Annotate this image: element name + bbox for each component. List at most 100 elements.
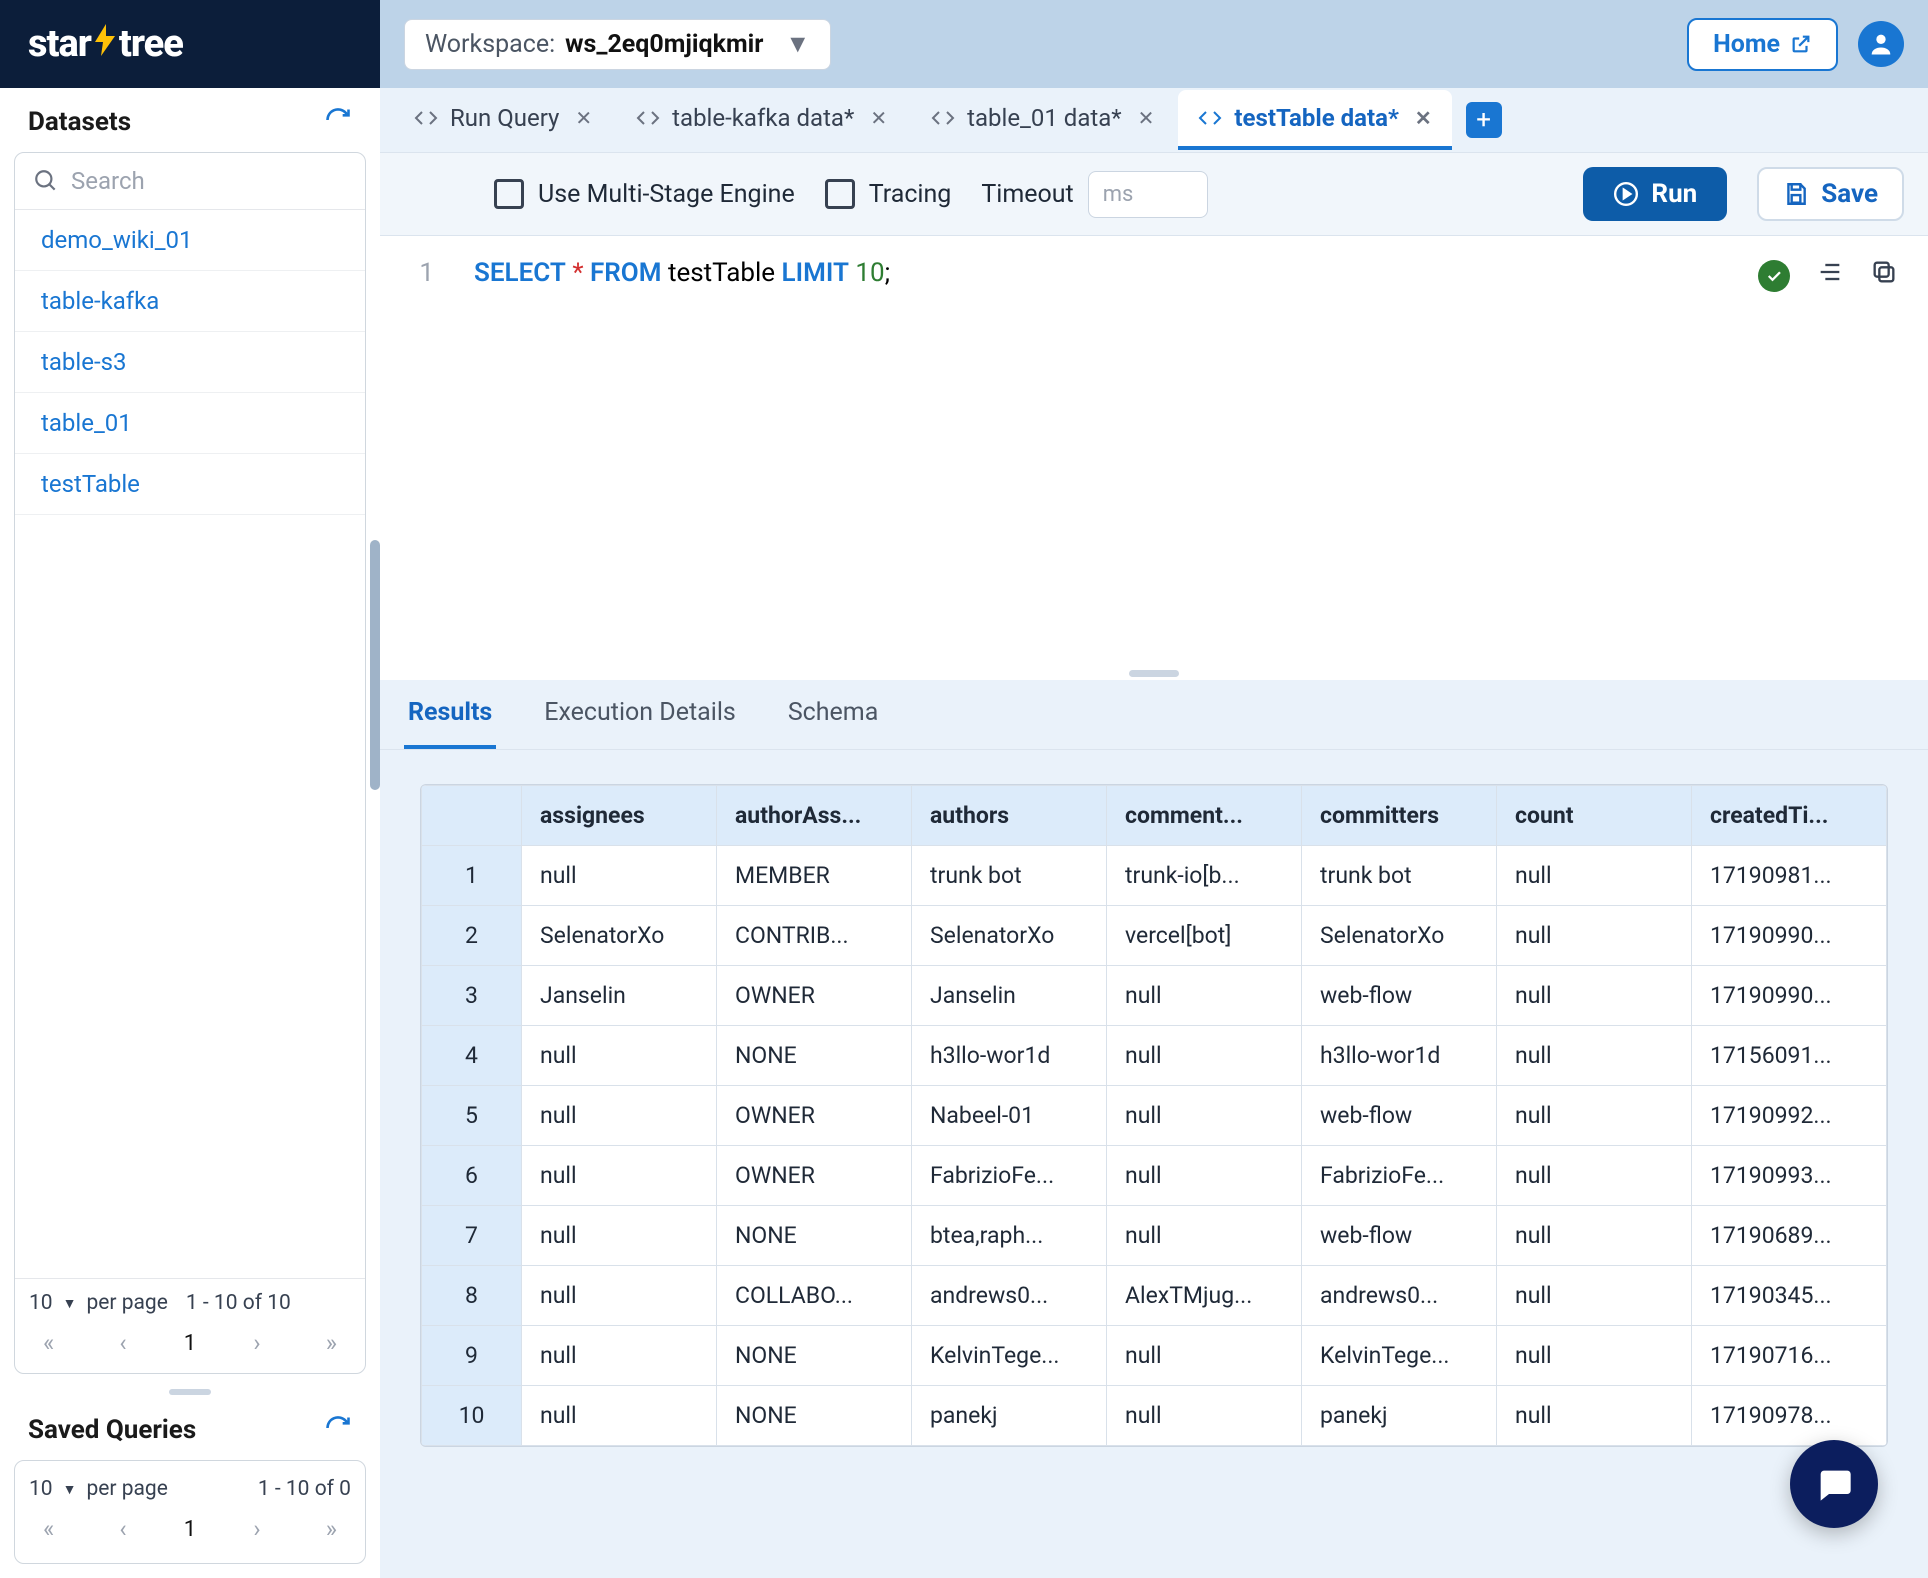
close-icon[interactable]: ✕: [870, 106, 887, 130]
cell: 17190990...: [1692, 906, 1887, 966]
home-label: Home: [1713, 30, 1780, 59]
dataset-item[interactable]: table_01: [15, 393, 365, 454]
search-icon: [33, 168, 59, 194]
result-tab[interactable]: Schema: [784, 680, 882, 749]
pager-last[interactable]: »: [318, 1511, 345, 1547]
close-icon[interactable]: ✕: [1415, 106, 1432, 130]
pager-first[interactable]: «: [35, 1325, 62, 1361]
caret-down-icon: ▼: [785, 30, 810, 59]
cell: null: [1497, 906, 1692, 966]
refresh-icon[interactable]: [324, 106, 352, 138]
dataset-item[interactable]: testTable: [15, 454, 365, 515]
scrollbar-thumb[interactable]: [370, 540, 380, 790]
cell: null: [1107, 966, 1302, 1026]
code-icon: [414, 106, 438, 130]
cell: andrews0...: [1302, 1266, 1497, 1326]
column-header[interactable]: comment...: [1107, 786, 1302, 846]
cell: NONE: [717, 1386, 912, 1446]
pager-first[interactable]: «: [35, 1511, 62, 1547]
column-header[interactable]: authorAss...: [717, 786, 912, 846]
drag-handle[interactable]: [0, 1388, 380, 1396]
caret-down-icon[interactable]: ▼: [63, 1295, 77, 1312]
checkbox[interactable]: [825, 179, 855, 209]
cell: trunk bot: [1302, 846, 1497, 906]
cell: panekj: [912, 1386, 1107, 1446]
resize-handle[interactable]: [380, 666, 1928, 680]
cell: MEMBER: [717, 846, 912, 906]
multistage-option[interactable]: Use Multi-Stage Engine: [494, 179, 795, 209]
table-row[interactable]: 6nullOWNERFabrizioFe...nullFabrizioFe...…: [422, 1146, 1887, 1206]
cell: null: [1497, 1086, 1692, 1146]
close-icon[interactable]: ✕: [575, 106, 592, 130]
cell: null: [1497, 1266, 1692, 1326]
cell: null: [1497, 1146, 1692, 1206]
table-row[interactable]: 3JanselinOWNERJanselinnullweb-flownull17…: [422, 966, 1887, 1026]
dataset-item[interactable]: demo_wiki_01: [15, 210, 365, 271]
cell: andrews0...: [912, 1266, 1107, 1326]
pager-prev[interactable]: ‹: [111, 1325, 134, 1361]
datasets-header: Datasets: [0, 88, 380, 152]
caret-down-icon[interactable]: ▼: [63, 1481, 77, 1498]
per-page-value[interactable]: 10: [29, 1291, 53, 1315]
checkbox[interactable]: [494, 179, 524, 209]
logo-pre: star: [28, 22, 91, 66]
chat-button[interactable]: [1790, 1440, 1878, 1528]
pager-last[interactable]: »: [318, 1325, 345, 1361]
pager-page: 1: [184, 1331, 196, 1356]
datasets-title: Datasets: [28, 107, 131, 137]
tracing-option[interactable]: Tracing: [825, 179, 952, 209]
timeout-input[interactable]: [1088, 171, 1208, 218]
table-row[interactable]: 10nullNONEpanekjnullpanekjnull17190978..…: [422, 1386, 1887, 1446]
cell: KelvinTege...: [1302, 1326, 1497, 1386]
avatar[interactable]: [1858, 21, 1904, 67]
table-row[interactable]: 5nullOWNERNabeel-01nullweb-flownull17190…: [422, 1086, 1887, 1146]
copy-icon[interactable]: [1870, 258, 1898, 293]
column-header[interactable]: createdTi...: [1692, 786, 1887, 846]
add-tab-button[interactable]: +: [1466, 102, 1502, 138]
format-icon[interactable]: [1816, 258, 1844, 293]
search-input[interactable]: [71, 167, 382, 195]
result-tab[interactable]: Results: [404, 680, 496, 749]
column-header[interactable]: committers: [1302, 786, 1497, 846]
sql-editor[interactable]: 1 SELECT * FROM testTable LIMIT 10;: [380, 236, 1928, 666]
cell: null: [1497, 966, 1692, 1026]
table-row[interactable]: 2SelenatorXoCONTRIB...SelenatorXovercel[…: [422, 906, 1887, 966]
bolt-icon: [93, 22, 117, 66]
editor-tab[interactable]: table-kafka data*✕: [616, 90, 907, 150]
editor-tab[interactable]: table_01 data*✕: [911, 90, 1174, 150]
close-icon[interactable]: ✕: [1138, 106, 1155, 130]
pager-prev[interactable]: ‹: [111, 1511, 134, 1547]
dataset-item[interactable]: table-kafka: [15, 271, 365, 332]
dataset-item[interactable]: table-s3: [15, 332, 365, 393]
table-row[interactable]: 9nullNONEKelvinTege...nullKelvinTege...n…: [422, 1326, 1887, 1386]
editor-tab[interactable]: testTable data*✕: [1178, 90, 1451, 150]
tracing-label: Tracing: [869, 180, 952, 209]
cell: NONE: [717, 1326, 912, 1386]
per-page-value[interactable]: 10: [29, 1477, 53, 1501]
run-button[interactable]: Run: [1583, 167, 1727, 221]
cell: null: [522, 1386, 717, 1446]
saved-header: Saved Queries: [0, 1396, 380, 1460]
table-row[interactable]: 7nullNONEbtea,raph...nullweb-flownull171…: [422, 1206, 1887, 1266]
cell: null: [1497, 1386, 1692, 1446]
code-line: SELECT * FROM testTable LIMIT 10;: [474, 258, 890, 288]
refresh-icon[interactable]: [324, 1414, 352, 1446]
table-row[interactable]: 1nullMEMBERtrunk bottrunk-io[b...trunk b…: [422, 846, 1887, 906]
table-row[interactable]: 8nullCOLLABO...andrews0...AlexTMjug...an…: [422, 1266, 1887, 1326]
cell: 17190992...: [1692, 1086, 1887, 1146]
save-button[interactable]: Save: [1757, 167, 1904, 221]
result-tab[interactable]: Execution Details: [540, 680, 740, 749]
row-number: 3: [422, 966, 522, 1026]
column-header[interactable]: assignees: [522, 786, 717, 846]
editor-tab[interactable]: Run Query✕: [394, 90, 612, 150]
pager-next[interactable]: ›: [245, 1325, 268, 1361]
pager-next[interactable]: ›: [245, 1511, 268, 1547]
home-button[interactable]: Home: [1687, 18, 1838, 71]
table-row[interactable]: 4nullNONEh3llo-wor1dnullh3llo-wor1dnull1…: [422, 1026, 1887, 1086]
column-header[interactable]: count: [1497, 786, 1692, 846]
workspace-selector[interactable]: Workspace: ws_2eq0mjiqkmir ▼: [404, 19, 831, 70]
cell: null: [522, 1266, 717, 1326]
cell: null: [1497, 1326, 1692, 1386]
cell: 17190990...: [1692, 966, 1887, 1026]
column-header[interactable]: authors: [912, 786, 1107, 846]
